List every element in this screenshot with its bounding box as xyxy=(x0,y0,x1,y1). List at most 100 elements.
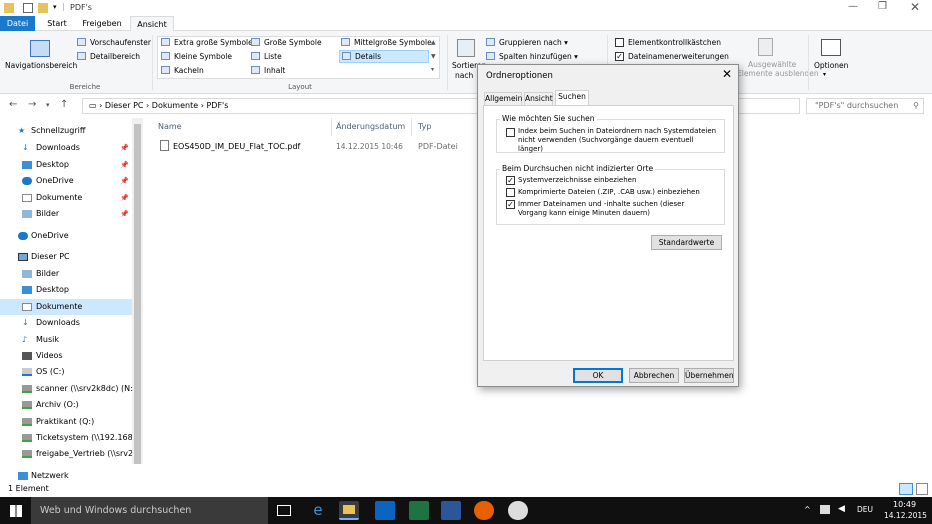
restore-defaults-button[interactable]: Standardwerte xyxy=(651,235,722,250)
up-arrow-icon[interactable]: ↑ xyxy=(60,99,68,110)
forward-arrow-icon[interactable]: → xyxy=(28,99,36,110)
apply-button[interactable]: Übernehmen xyxy=(684,368,734,383)
system-dirs-checkbox[interactable]: ✓ xyxy=(506,176,515,185)
details-pane-button[interactable]: Detailbereich xyxy=(77,52,140,61)
options-dropdown-icon[interactable]: ▾ xyxy=(823,71,826,78)
layout-details[interactable]: Details xyxy=(339,50,429,63)
layout-large-icons[interactable]: Große Symbole xyxy=(251,38,322,47)
nav-label: Bilder xyxy=(36,209,60,218)
nav-scrollbar[interactable] xyxy=(132,118,143,464)
network-icon xyxy=(18,472,28,480)
tray-chevron-icon[interactable]: ^ xyxy=(804,505,811,514)
nav-pc-documents[interactable]: Dokumente xyxy=(0,299,132,315)
nav-drive-vertrieb[interactable]: freigabe_Vertrieb (\\srv2k8 xyxy=(0,446,132,462)
nav-quick-onedrive[interactable]: OneDrive 📌 xyxy=(0,173,132,189)
properties-icon[interactable] xyxy=(23,3,33,13)
layout-small-icons[interactable]: Kleine Symbole xyxy=(161,52,232,61)
excel-icon[interactable] xyxy=(409,501,429,520)
table-row[interactable]: EOS450D_IM_DEU_Flat_TOC.pdf 14.12.2015 1… xyxy=(158,140,478,154)
nav-label: Musik xyxy=(36,335,59,344)
tray-volume-icon[interactable]: ◀ xyxy=(838,504,845,514)
tab-file[interactable]: Datei xyxy=(0,16,35,31)
column-header-date[interactable]: Änderungsdatum xyxy=(336,122,405,131)
outlook-icon[interactable] xyxy=(375,501,395,520)
compressed-files-checkbox[interactable] xyxy=(506,188,515,197)
nav-pc-videos[interactable]: Videos xyxy=(0,348,132,364)
nav-quick-access[interactable]: ★ Schnellzugriff xyxy=(0,123,132,139)
close-button[interactable]: ✕ xyxy=(910,0,920,14)
minimize-button[interactable]: — xyxy=(848,1,858,12)
nav-scrollbar-thumb[interactable] xyxy=(134,124,141,464)
nav-drive-o[interactable]: Archiv (O:) xyxy=(0,397,132,413)
details-view-icon[interactable] xyxy=(899,483,913,495)
nav-drive-ticketsystem[interactable]: Ticketsystem (\\192.168.10 xyxy=(0,430,132,446)
column-header-type[interactable]: Typ xyxy=(418,122,431,131)
tray-language[interactable]: DEU xyxy=(857,505,873,514)
layout-content[interactable]: Inhalt xyxy=(251,66,285,75)
breadcrumb-dokumente[interactable]: Dokumente xyxy=(152,101,198,110)
dialog-tab-general[interactable]: Allgemein xyxy=(484,92,522,105)
paint-icon[interactable] xyxy=(508,501,528,520)
word-icon[interactable] xyxy=(441,501,461,520)
index-checkbox[interactable] xyxy=(506,128,515,137)
nav-pc-desktop[interactable]: Desktop xyxy=(0,282,132,298)
gallery-scroll-down-icon[interactable]: ▼ xyxy=(431,53,436,60)
search-input[interactable]: "PDF's" durchsuchen ⚲ xyxy=(806,98,924,114)
file-extensions-checkbox[interactable]: ✓ xyxy=(615,52,624,61)
dialog-tab-search[interactable]: Suchen xyxy=(555,90,589,106)
nav-label: Dokumente xyxy=(36,193,83,202)
hide-selected-button[interactable]: Elemente ausblenden xyxy=(737,69,819,78)
firefox-icon[interactable] xyxy=(474,501,494,520)
taskbar-search-box[interactable]: Web und Windows durchsuchen xyxy=(31,497,268,524)
tab-start[interactable]: Start xyxy=(40,16,74,31)
layout-list[interactable]: Liste xyxy=(251,52,282,61)
file-explorer-icon[interactable] xyxy=(339,501,359,520)
large-icons-view-icon[interactable] xyxy=(916,483,928,495)
nav-quick-downloads[interactable]: ↓ Downloads 📌 xyxy=(0,140,132,156)
layout-tiles[interactable]: Kacheln xyxy=(161,66,204,75)
nav-quick-pictures[interactable]: Bilder 📌 xyxy=(0,206,132,222)
quick-access-dropdown-icon[interactable]: ▾ xyxy=(53,3,57,11)
back-arrow-icon[interactable]: ← xyxy=(9,99,17,110)
nav-this-pc[interactable]: Dieser PC xyxy=(0,249,132,265)
new-folder-icon[interactable] xyxy=(38,3,48,13)
column-header-name[interactable]: Name xyxy=(158,122,182,131)
nav-quick-documents[interactable]: Dokumente 📌 xyxy=(0,190,132,206)
start-windows-icon[interactable] xyxy=(10,505,22,517)
maximize-button[interactable]: ❐ xyxy=(878,1,887,12)
layout-extra-large-icons[interactable]: Extra große Symbole xyxy=(161,38,253,47)
dialog-close-icon[interactable]: ✕ xyxy=(722,67,732,81)
nav-drive-n[interactable]: scanner (\\srv2k8dc) (N:) xyxy=(0,381,132,397)
tray-time[interactable]: 10:49 xyxy=(893,500,916,509)
add-columns-button[interactable]: Spalten hinzufügen ▾ xyxy=(486,52,578,61)
layout-medium-icons[interactable]: Mittelgroße Symbole xyxy=(341,38,432,47)
group-by-button[interactable]: Gruppieren nach ▾ xyxy=(486,38,568,47)
tab-share[interactable]: Freigeben xyxy=(78,16,126,31)
nav-pc-downloads[interactable]: ↓ Downloads xyxy=(0,315,132,331)
gallery-expand-icon[interactable]: ▾ xyxy=(431,66,434,73)
status-bar: 1 Element xyxy=(0,481,932,497)
nav-onedrive[interactable]: OneDrive xyxy=(0,228,132,244)
task-view-icon[interactable] xyxy=(277,505,291,516)
tray-network-icon[interactable] xyxy=(820,505,830,514)
file-contents-checkbox[interactable]: ✓ xyxy=(506,200,515,209)
nav-drive-c[interactable]: OS (C:) xyxy=(0,364,132,380)
preview-pane-button[interactable]: Vorschaufenster xyxy=(77,38,151,47)
gallery-scroll-up-icon[interactable]: ▲ xyxy=(431,39,436,46)
nav-quick-desktop[interactable]: Desktop 📌 xyxy=(0,157,132,173)
nav-pc-pictures[interactable]: Bilder xyxy=(0,266,132,282)
tray-date[interactable]: 14.12.2015 xyxy=(884,511,927,520)
breadcrumb-pdfs[interactable]: PDF's xyxy=(206,101,228,110)
ok-button[interactable]: OK xyxy=(573,368,623,383)
breadcrumb-dieser-pc[interactable]: Dieser PC xyxy=(105,101,144,110)
nav-drive-q[interactable]: Praktikant (Q:) xyxy=(0,414,132,430)
edge-icon[interactable]: e xyxy=(308,501,328,520)
item-checkboxes-checkbox[interactable] xyxy=(615,38,624,47)
dialog-tab-view[interactable]: Ansicht xyxy=(524,92,553,105)
nav-pc-music[interactable]: ♪ Musik xyxy=(0,332,132,348)
recent-locations-icon[interactable]: ▾ xyxy=(46,101,50,109)
cancel-button[interactable]: Abbrechen xyxy=(629,368,679,383)
tab-view[interactable]: Ansicht xyxy=(130,16,174,31)
options-button[interactable]: Optionen xyxy=(814,61,848,70)
navigation-pane-button[interactable]: Navigationsbereich xyxy=(5,61,77,70)
